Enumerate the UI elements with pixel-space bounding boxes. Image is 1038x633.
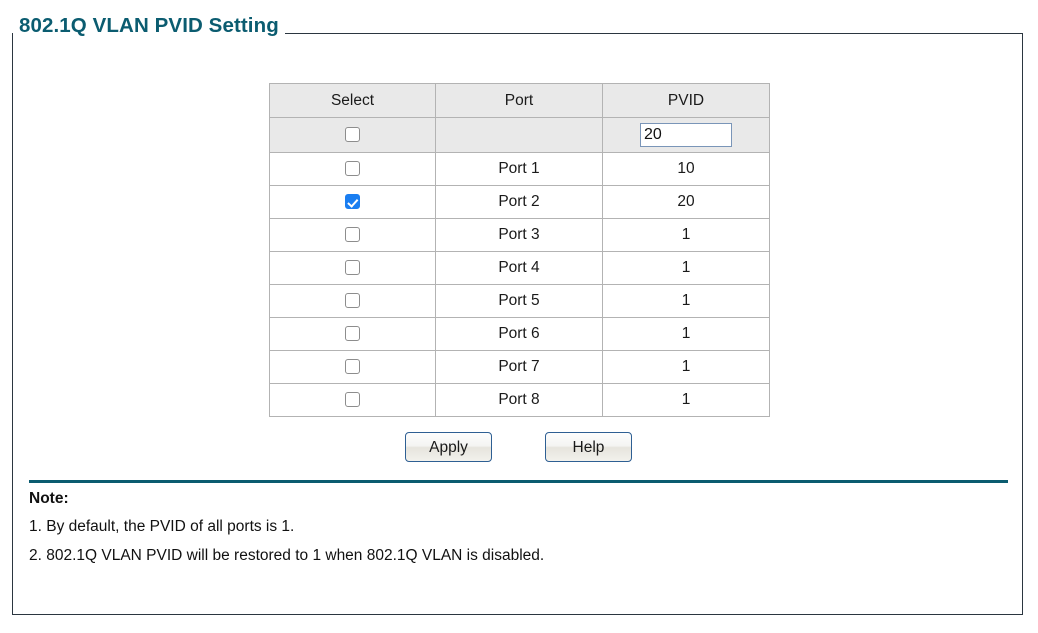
- row-port-label: Port 8: [435, 383, 603, 417]
- row-pvid-value: 1: [602, 284, 770, 318]
- row-select-cell: [269, 284, 436, 318]
- column-header-port: Port: [435, 83, 603, 118]
- row-select-checkbox[interactable]: [345, 293, 360, 309]
- select-all-checkbox[interactable]: [345, 127, 360, 143]
- table-row: Port 61: [269, 317, 770, 351]
- page-title: 802.1Q VLAN PVID Setting: [13, 15, 285, 37]
- row-port-label: Port 4: [435, 251, 603, 285]
- row-select-cell: [269, 152, 436, 186]
- column-header-pvid: PVID: [602, 83, 770, 118]
- row-port-label: Port 2: [435, 185, 603, 219]
- table-header-row: Select Port PVID: [269, 83, 770, 118]
- table-row: Port 51: [269, 284, 770, 318]
- table-row: Port 41: [269, 251, 770, 285]
- column-header-select: Select: [269, 83, 436, 118]
- row-port-label: Port 5: [435, 284, 603, 318]
- help-button[interactable]: Help: [545, 432, 632, 462]
- row-select-cell: [269, 185, 436, 219]
- row-select-checkbox[interactable]: [345, 227, 360, 243]
- apply-button[interactable]: Apply: [405, 432, 492, 462]
- note-line-1: 1. By default, the PVID of all ports is …: [29, 518, 295, 536]
- control-row-pvid-cell: [602, 117, 770, 153]
- row-select-cell: [269, 317, 436, 351]
- button-bar: Apply Help: [269, 432, 769, 464]
- table-row: Port 31: [269, 218, 770, 252]
- row-pvid-value: 1: [602, 317, 770, 351]
- row-select-checkbox[interactable]: [345, 392, 360, 408]
- row-select-checkbox[interactable]: [345, 359, 360, 375]
- select-all-cell: [269, 117, 436, 153]
- row-select-checkbox[interactable]: [345, 260, 360, 276]
- control-row-port-cell: [435, 117, 603, 153]
- note-line-2: 2. 802.1Q VLAN PVID will be restored to …: [29, 546, 545, 564]
- row-select-cell: [269, 218, 436, 252]
- row-port-label: Port 7: [435, 350, 603, 384]
- table-row: Port 1 10: [269, 152, 770, 186]
- row-pvid-value: 10: [602, 152, 770, 186]
- row-select-cell: [269, 350, 436, 384]
- row-select-checkbox[interactable]: [345, 194, 360, 210]
- pvid-table-body: Port 110Port 220Port 31Port 41Port 51Por…: [269, 117, 770, 417]
- page-root: 802.1Q VLAN PVID Setting Select Port PVI…: [0, 0, 1038, 633]
- row-pvid-value: 20: [602, 185, 770, 219]
- row-select-checkbox[interactable]: [345, 161, 360, 177]
- table-row: Port 2 20: [269, 185, 770, 219]
- note-section: Note: 1. By default, the PVID of all por…: [29, 490, 989, 576]
- row-select-checkbox[interactable]: [345, 326, 360, 342]
- row-port-label: Port 1: [435, 152, 603, 186]
- note-divider: [29, 480, 1008, 483]
- row-pvid-value: 1: [602, 251, 770, 285]
- table-row: Port 81: [269, 383, 770, 417]
- table-row: Port 71: [269, 350, 770, 384]
- note-title: Note:: [29, 490, 69, 507]
- pvid-control-row: [269, 117, 770, 153]
- row-pvid-value: 1: [602, 350, 770, 384]
- row-port-label: Port 3: [435, 218, 603, 252]
- pvid-table: Select Port PVID Port 110Port 220Port 31…: [269, 83, 770, 417]
- row-pvid-value: 1: [602, 383, 770, 417]
- pvid-input[interactable]: [640, 123, 732, 147]
- row-select-cell: [269, 383, 436, 417]
- row-select-cell: [269, 251, 436, 285]
- row-port-label: Port 6: [435, 317, 603, 351]
- row-pvid-value: 1: [602, 218, 770, 252]
